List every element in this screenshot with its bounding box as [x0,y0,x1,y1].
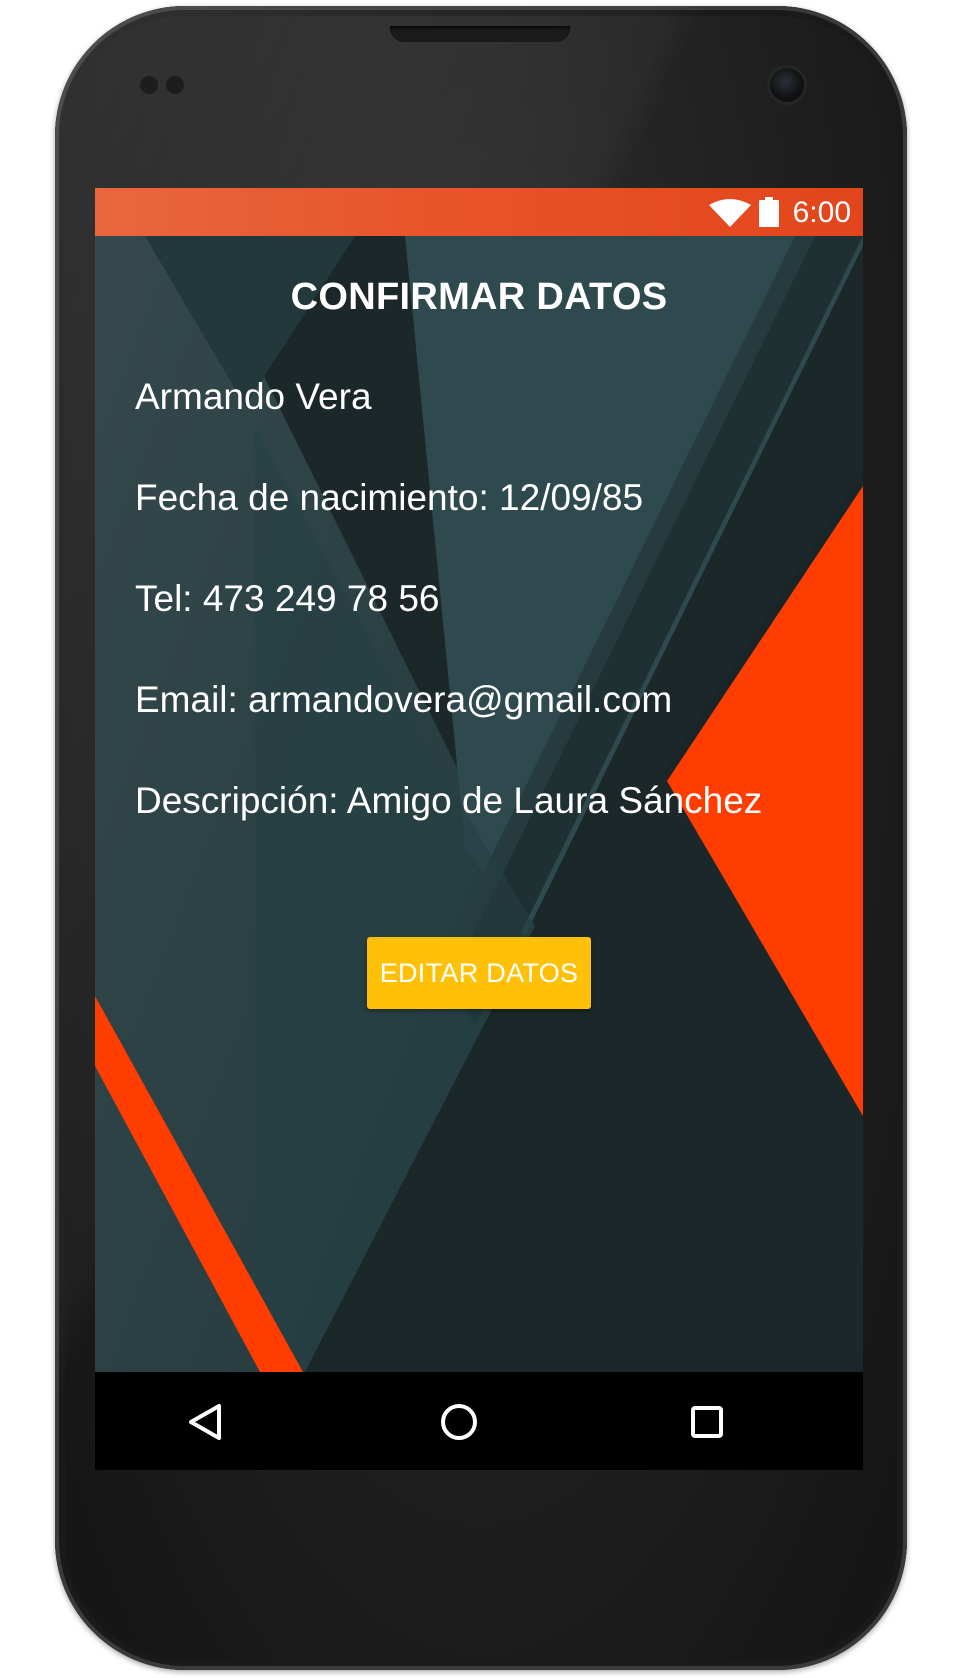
recents-icon[interactable] [677,1392,737,1452]
name-text: Armando Vera [135,376,372,417]
edit-data-button[interactable]: EDITAR DATOS [367,937,591,1009]
wifi-icon [709,199,751,227]
page-title: CONFIRMAR DATOS [290,276,668,318]
email-text: Email: armandovera@gmail.com [135,679,673,720]
birthdate-text: Fecha de nacimiento: 12/09/85 [135,477,644,518]
navigation-bar [95,1372,863,1470]
app-screen: 6:00 CONFIRMAR DATOS Armando Vera Fecha … [95,188,863,1470]
status-bar: 6:00 [95,188,863,236]
earpiece-speaker [390,26,570,42]
device-frame-stage: 6:00 CONFIRMAR DATOS Armando Vera Fecha … [0,0,958,1678]
battery-icon [759,197,779,227]
proximity-sensor [140,76,158,94]
home-icon[interactable] [429,1392,489,1452]
status-time: 6:00 [792,196,851,229]
front-camera [770,68,804,102]
phone-text: Tel: 473 249 78 56 [135,578,440,619]
description-text: Descripción: Amigo de Laura Sánchez [135,780,763,821]
confirm-content: CONFIRMAR DATOS Armando Vera Fecha de na… [95,236,863,1372]
light-sensor [166,76,184,94]
back-icon[interactable] [175,1392,235,1452]
